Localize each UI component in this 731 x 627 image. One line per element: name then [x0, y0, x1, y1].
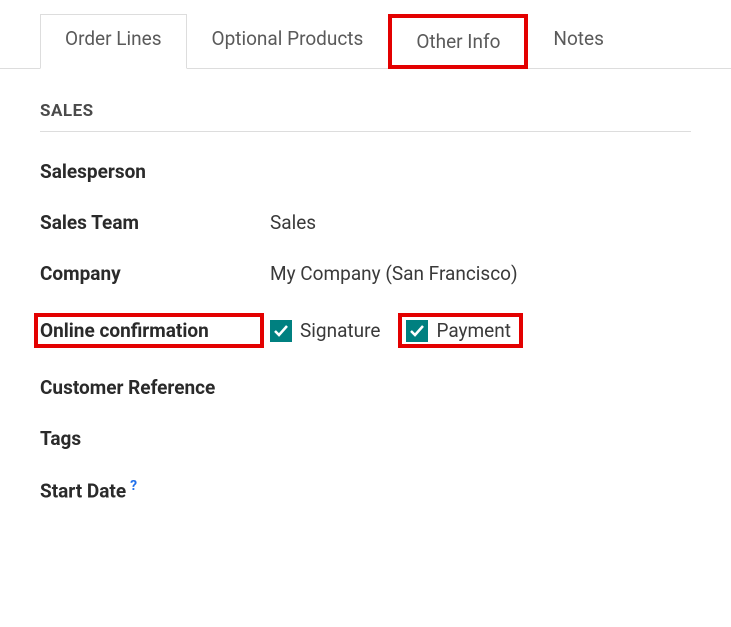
checkbox-item-payment: Payment [398, 313, 523, 348]
label-payment: Payment [436, 319, 511, 342]
label-customer-reference: Customer Reference [40, 376, 270, 399]
checkbox-signature[interactable] [270, 320, 292, 342]
tab-optional-products[interactable]: Optional Products [187, 14, 389, 68]
help-icon[interactable]: ? [130, 478, 137, 494]
row-start-date: Start Date? [40, 478, 691, 502]
section-title-sales: SALES [40, 101, 691, 132]
tab-other-info[interactable]: Other Info [388, 14, 528, 69]
checkbox-item-signature: Signature [270, 319, 380, 342]
tab-notes[interactable]: Notes [528, 14, 629, 68]
label-sales-team: Sales Team [40, 211, 270, 234]
checkbox-payment[interactable] [406, 320, 428, 342]
form-content: SALES Salesperson Sales Team Sales Compa… [0, 69, 731, 502]
row-customer-reference: Customer Reference [40, 376, 691, 399]
check-icon [273, 323, 289, 339]
label-start-date: Start Date? [40, 478, 270, 502]
row-tags: Tags [40, 427, 691, 450]
value-company[interactable]: My Company (San Francisco) [270, 262, 518, 285]
label-company: Company [40, 262, 270, 285]
row-company: Company My Company (San Francisco) [40, 262, 691, 285]
online-confirmation-options: Signature Payment [270, 313, 523, 348]
row-salesperson: Salesperson [40, 160, 691, 183]
label-tags: Tags [40, 427, 270, 450]
check-icon [409, 323, 425, 339]
label-salesperson: Salesperson [40, 160, 270, 183]
row-sales-team: Sales Team Sales [40, 211, 691, 234]
row-online-confirmation: Online confirmation Signature Payment [40, 313, 691, 348]
label-signature: Signature [300, 319, 380, 342]
value-sales-team[interactable]: Sales [270, 211, 316, 234]
tab-order-lines[interactable]: Order Lines [40, 14, 187, 69]
tabs-container: Order Lines Optional Products Other Info… [0, 0, 731, 69]
label-online-confirmation: Online confirmation [34, 313, 264, 348]
label-start-date-text: Start Date [40, 479, 126, 502]
